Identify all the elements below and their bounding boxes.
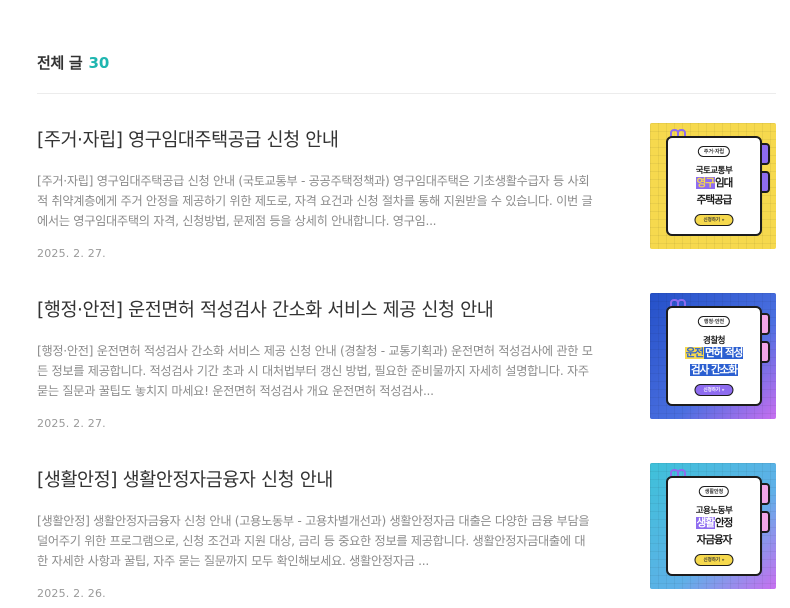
thumb-headline-highlight: 생활 [695,517,715,529]
thumb-headline-line2: 검사 간소화 [690,364,738,376]
post-date: 2025. 2. 26. [37,587,106,600]
post-title[interactable]: [주거·자립] 영구임대주택공급 신청 안내 [37,128,597,154]
thumb-headline-line2: 주택공급 [696,194,733,206]
thumb-ministry: 국토교통부 [695,166,733,176]
thumb-apply-button: 신청하기 » [694,384,734,396]
thumb-apply-button: 신청하기 » [694,214,734,226]
thumb-headline-highlight: 영구 [695,177,715,189]
post-item[interactable]: [생활안정] 생활안정자금융자 신청 안내 [생활안정] 생활안정자금융자 신청… [37,463,776,608]
post-thumbnail[interactable]: 생활안정 고용노동부 생활안정 자금융자 신청하기 » [650,463,776,589]
thumb-headline-highlight: 운전 [684,347,704,359]
post-date: 2025. 2. 27. [37,417,106,430]
thumb-headline-rest: 임대 [715,177,733,189]
post-excerpt: [생활안정] 생활안정자금융자 신청 안내 (고용노동부 - 고용차별개선과) … [37,514,590,568]
thumb-category-pill: 행정·안전 [697,316,731,327]
post-list-header: 전체 글 30 [37,52,776,94]
post-excerpt: [주거·자립] 영구임대주택공급 신청 안내 (국토교통부 - 공공주택정책과)… [37,174,593,228]
thumb-headline-rest: 면허 적성 [704,347,743,359]
post-count: 30 [88,54,110,72]
post-title[interactable]: [생활안정] 생활안정자금융자 신청 안내 [37,468,597,494]
post-item[interactable]: [행정·안전] 운전면허 적성검사 간소화 서비스 제공 신청 안내 [행정·안… [37,293,776,438]
post-date: 2025. 2. 27. [37,247,106,260]
thumb-headline-line2: 자금융자 [696,534,733,546]
thumb-apply-button: 신청하기 » [694,554,734,566]
post-title[interactable]: [행정·안전] 운전면허 적성검사 간소화 서비스 제공 신청 안내 [37,298,597,324]
thumb-category-pill: 생활안정 [698,486,730,497]
thumb-headline-rest: 안정 [715,517,733,529]
post-thumbnail[interactable]: 주거·자립 국토교통부 영구임대 주택공급 신청하기 » [650,123,776,249]
thumb-ministry: 경찰청 [703,336,725,346]
post-excerpt: [행정·안전] 운전면허 적성검사 간소화 서비스 제공 신청 안내 (경찰청 … [37,344,593,398]
post-item[interactable]: [주거·자립] 영구임대주택공급 신청 안내 [주거·자립] 영구임대주택공급 … [37,123,776,268]
thumb-category-pill: 주거·자립 [697,146,731,157]
list-title: 전체 글 [37,54,83,72]
thumb-ministry: 고용노동부 [695,506,733,516]
post-thumbnail[interactable]: 행정·안전 경찰청 운전 면허 적성 검사 간소화 신청하기 » [650,293,776,419]
